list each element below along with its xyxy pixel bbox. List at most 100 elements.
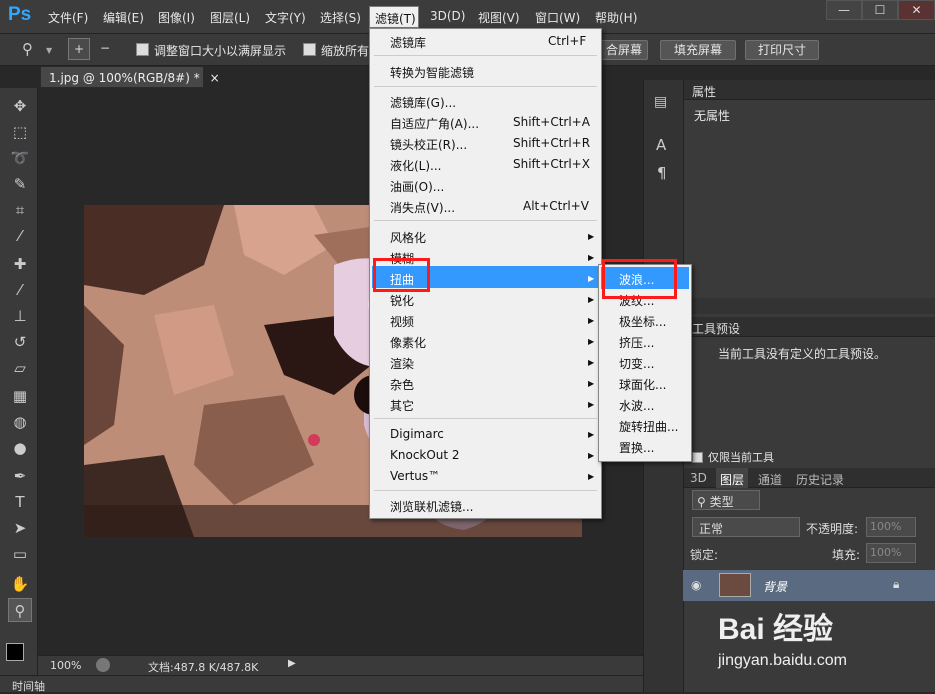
menu-item-other[interactable]: 其它 [390, 397, 414, 414]
menu-item-stylize[interactable]: 风格化 [390, 229, 426, 246]
fit-screen-button[interactable]: 合屏幕 [600, 40, 648, 60]
document-size: 文档:487.8 K/487.8K [148, 661, 259, 674]
fill-label: 填充: [832, 548, 861, 562]
menu-item-lens-correction[interactable]: 镜头校正(R)... [390, 136, 467, 153]
fill-screen-button[interactable]: 填充屏幕 [660, 40, 736, 60]
dodge-tool-icon[interactable]: ● [8, 436, 32, 460]
menu-item-render[interactable]: 渲染 [390, 355, 414, 372]
menu-item-polar[interactable]: 极坐标... [619, 313, 666, 330]
gradient-tool-icon[interactable]: ▦ [8, 384, 32, 408]
brush-tool-icon[interactable]: ⁄ [8, 278, 32, 302]
zoom-tool-icon[interactable]: ⚲ [22, 40, 33, 58]
menu-edit[interactable]: 编辑(E) [103, 9, 144, 26]
menu-item-pinch[interactable]: 挤压... [619, 334, 654, 351]
menu-view[interactable]: 视图(V) [478, 9, 520, 26]
zoom-out-icon[interactable]: − [94, 38, 116, 60]
tab-history[interactable]: 历史记录 [796, 471, 844, 488]
menu-item-filter-gallery[interactable]: 滤镜库(G)... [390, 94, 456, 111]
layer-row-background[interactable]: ◉ 背景 🔒︎ [683, 570, 935, 601]
eyedropper-tool-icon[interactable]: ⁄ [8, 224, 32, 248]
menu-item-knockout[interactable]: KnockOut 2 [390, 448, 460, 462]
menu-type[interactable]: 文字(Y) [265, 9, 306, 26]
move-tool-icon[interactable]: ✥ [8, 94, 32, 118]
menu-item-video[interactable]: 视频 [390, 313, 414, 330]
properties-panel-header: 属性 [684, 80, 935, 100]
menu-item-spherize[interactable]: 球面化... [619, 376, 666, 393]
resize-window-checkbox[interactable] [136, 43, 149, 56]
fill-input[interactable]: 100% [866, 543, 916, 563]
menu-item-filter-last[interactable]: 滤镜库 [390, 34, 426, 51]
menu-item-liquify[interactable]: 液化(L)... [390, 157, 442, 174]
menu-item-sharpen[interactable]: 锐化 [390, 292, 414, 309]
menu-item-vertus[interactable]: Vertus™ [390, 469, 440, 483]
hand-tool-icon[interactable]: ✋ [8, 572, 32, 596]
crop-tool-icon[interactable]: ⌗ [8, 198, 32, 222]
status-arrow-icon[interactable]: ▶ [288, 658, 296, 669]
type-tool-icon[interactable]: T [8, 490, 32, 514]
foreground-color-swatch[interactable] [6, 643, 24, 661]
tab-layers[interactable]: 图层 [716, 468, 749, 488]
character-icon[interactable]: A [656, 136, 666, 154]
properties-tab[interactable]: 属性 [692, 85, 716, 99]
shape-tool-icon[interactable]: ▭ [8, 542, 32, 566]
chevron-down-icon[interactable]: ▼ [46, 46, 52, 55]
menu-item-smart-filter[interactable]: 转换为智能滤镜 [390, 64, 474, 81]
eraser-tool-icon[interactable]: ▱ [8, 356, 32, 380]
menu-layer[interactable]: 图层(L) [210, 9, 250, 26]
menu-item-displace[interactable]: 置换... [619, 439, 654, 456]
annotation-box-wave [602, 259, 677, 299]
quick-select-tool-icon[interactable]: ✎ [8, 172, 32, 196]
close-tab-icon[interactable]: × [210, 71, 220, 85]
current-tool-only-checkbox[interactable] [692, 452, 703, 463]
menu-item-twirl[interactable]: 旋转扭曲... [619, 418, 678, 435]
marquee-tool-icon[interactable]: ⬚ [8, 120, 32, 144]
menu-help[interactable]: 帮助(H) [595, 9, 637, 26]
menu-filter[interactable]: 滤镜(T) [369, 6, 419, 28]
menu-item-pixelate[interactable]: 像素化 [390, 334, 426, 351]
tab-3d[interactable]: 3D [690, 471, 707, 485]
document-tab[interactable]: 1.jpg @ 100%(RGB/8#) * × [40, 66, 220, 88]
layer-filter-kind[interactable]: ⚲ 类型 [692, 490, 760, 510]
menu-item-vanishing-point[interactable]: 消失点(V)... [390, 199, 455, 216]
visibility-eye-icon[interactable]: ◉ [691, 578, 701, 592]
menu-image[interactable]: 图像(I) [158, 9, 195, 26]
menu-item-oil-paint[interactable]: 油画(O)... [390, 178, 444, 195]
zoom-tool-icon[interactable]: ⚲ [8, 598, 32, 622]
tab-channels[interactable]: 通道 [758, 471, 782, 488]
menu-item-digimarc[interactable]: Digimarc [390, 427, 444, 441]
menu-3d[interactable]: 3D(D) [430, 9, 465, 23]
history-brush-tool-icon[interactable]: ↺ [8, 330, 32, 354]
menu-item-noise[interactable]: 杂色 [390, 376, 414, 393]
opacity-input[interactable]: 100% [866, 517, 916, 537]
submenu-arrow-icon: ▶ [588, 337, 595, 346]
menu-select[interactable]: 选择(S) [320, 9, 361, 26]
zoom-all-checkbox[interactable] [303, 43, 316, 56]
layer-thumbnail [719, 573, 751, 597]
layer-name[interactable]: 背景 [763, 578, 787, 595]
menu-item-browse-online[interactable]: 浏览联机滤镜... [390, 498, 473, 515]
maximize-button[interactable]: ☐ [862, 0, 898, 20]
lasso-tool-icon[interactable]: ➰ [8, 146, 32, 170]
tool-presets-tab[interactable]: 工具预设 [692, 322, 740, 336]
paragraph-icon[interactable]: ¶ [657, 164, 667, 182]
menu-item-zigzag[interactable]: 水波... [619, 397, 654, 414]
print-size-button[interactable]: 打印尺寸 [745, 40, 819, 60]
resize-window-label: 调整窗口大小以满屏显示 [154, 44, 287, 58]
zoom-in-icon[interactable]: + [68, 38, 90, 60]
toolbar: ✥ ⬚ ➰ ✎ ⌗ ⁄ ✚ ⁄ ⊥ ↺ ▱ ▦ ◍ ● ✒ T ➤ ▭ ✋ ⚲ [0, 88, 38, 692]
stamp-tool-icon[interactable]: ⊥ [8, 304, 32, 328]
path-select-tool-icon[interactable]: ➤ [8, 516, 32, 540]
pen-tool-icon[interactable]: ✒ [8, 464, 32, 488]
blur-tool-icon[interactable]: ◍ [8, 410, 32, 434]
blend-mode-select[interactable]: 正常 [692, 517, 800, 537]
menu-item-adaptive-wide[interactable]: 自适应广角(A)... [390, 115, 479, 132]
menu-item-shear[interactable]: 切变... [619, 355, 654, 372]
paragraph-style-icon[interactable]: ▤ [654, 94, 667, 110]
zoom-level[interactable]: 100% [50, 659, 81, 672]
menu-file[interactable]: 文件(F) [48, 9, 88, 26]
status-info-icon[interactable] [96, 658, 110, 672]
close-window-button[interactable]: ✕ [898, 0, 935, 20]
healing-tool-icon[interactable]: ✚ [8, 252, 32, 276]
menu-window[interactable]: 窗口(W) [535, 9, 580, 26]
minimize-button[interactable]: — [826, 0, 862, 20]
